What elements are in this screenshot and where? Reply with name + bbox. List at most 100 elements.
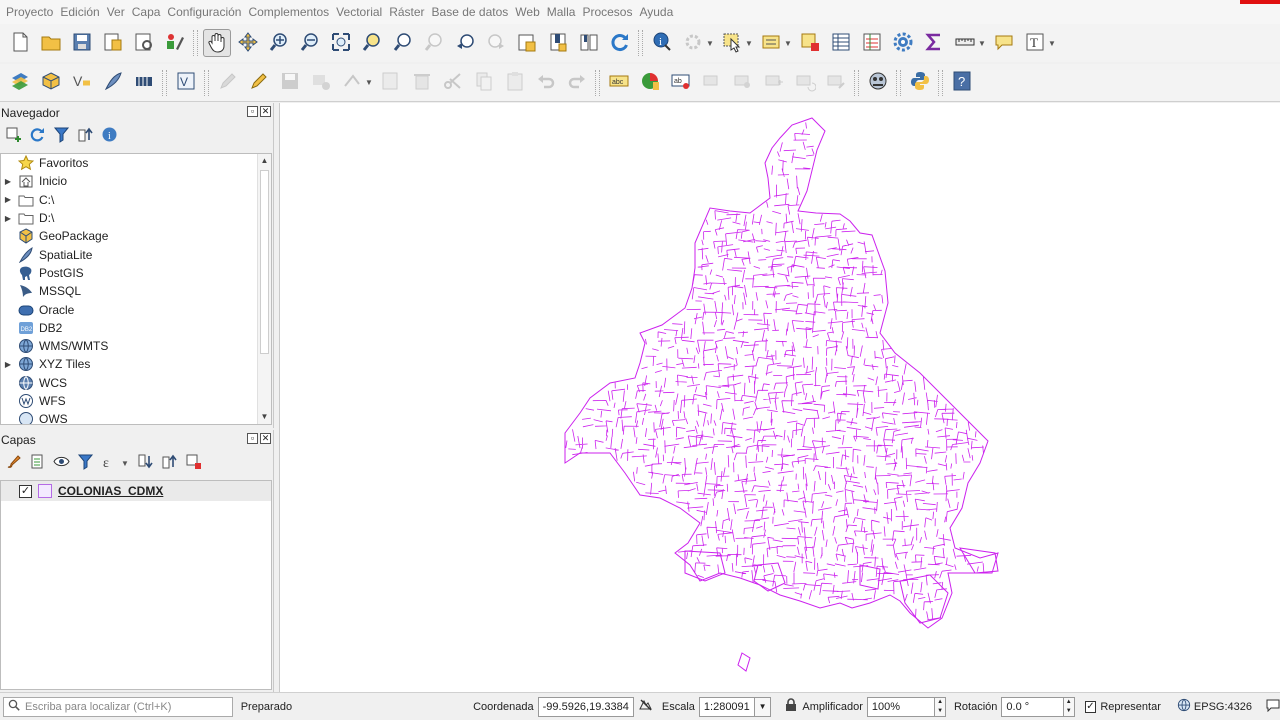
chevron-down-icon[interactable]: ▼ [978,39,986,48]
pan-to-selection-button[interactable] [234,29,262,57]
copy-features-button[interactable] [470,69,498,97]
layer-diagram-button[interactable] [636,69,664,97]
layout-manager-button[interactable] [130,29,158,57]
python-console-button[interactable] [906,69,934,97]
vertex-tool-button[interactable] [338,69,366,97]
filter-by-expression-button[interactable]: ε [99,453,119,473]
layer-row[interactable]: ✓ COLONIAS_CDMX [1,481,271,501]
tree-item-oracle[interactable]: Oracle [1,300,271,318]
crs-label[interactable]: EPSG:4326 [1194,701,1252,713]
chevron-down-icon[interactable]: ▼ [784,39,792,48]
save-project-button[interactable] [68,29,96,57]
collapse-all-button[interactable] [75,126,95,146]
zoom-full-button[interactable] [327,29,355,57]
layer-symbol-swatch[interactable] [38,484,52,498]
messages-icon[interactable] [1266,698,1280,715]
zoom-native-button[interactable] [420,29,448,57]
layer-visibility-checkbox[interactable]: ✓ [19,484,32,498]
menu-raster[interactable]: Ráster [387,0,429,24]
chevron-down-icon[interactable]: ▼ [706,39,714,48]
undo-button[interactable] [532,69,560,97]
expand-arrow-icon[interactable]: ▶ [2,195,14,204]
tree-item-mssql[interactable]: MSSQL [1,282,271,300]
menu-vectorial[interactable]: Vectorial [334,0,387,24]
toolbar-grip[interactable] [595,69,600,96]
scroll-up-icon[interactable]: ▲ [258,154,271,168]
render-checkbox[interactable]: ✓ [1084,700,1097,713]
tree-item-xyz-tiles[interactable]: ▶ XYZ Tiles [1,355,271,373]
scale-dropdown-button[interactable]: ▼ [754,696,772,717]
expand-arrow-icon[interactable]: ▶ [2,360,14,369]
float-panel-button[interactable]: ▫ [247,433,258,444]
statistical-summary-button[interactable] [920,29,948,57]
menu-ver[interactable]: Ver [105,0,130,24]
lock-icon[interactable] [785,698,797,715]
run-action-button[interactable] [679,29,707,57]
layer-labeling-button[interactable]: abc [605,69,633,97]
open-styling-button[interactable] [3,453,23,473]
new-print-layout-button[interactable] [99,29,127,57]
collapse-all-layers-button[interactable] [159,453,179,473]
chevron-down-icon[interactable]: ▼ [365,78,373,87]
measure-line-button[interactable] [951,29,979,57]
menu-edicion[interactable]: Edición [58,0,104,24]
style-manager-button[interactable] [161,29,189,57]
remove-layer-button[interactable] [183,453,203,473]
move-label-button[interactable] [760,69,788,97]
open-project-button[interactable] [37,29,65,57]
show-hide-labels-button[interactable] [729,69,757,97]
menu-proyecto[interactable]: Proyecto [4,0,58,24]
pan-map-button[interactable] [202,29,231,57]
expand-all-button[interactable] [135,453,155,473]
highlight-pinned-labels-button[interactable]: ab [667,69,695,97]
magnifier-spinner[interactable]: ▲ ▼ [935,696,946,717]
tree-item-geopackage[interactable]: GeoPackage [1,227,271,245]
new-3d-view-button[interactable] [544,29,572,57]
save-edits-button[interactable] [276,69,304,97]
new-project-button[interactable] [6,29,34,57]
select-by-value-button[interactable] [757,29,785,57]
paste-features-button[interactable] [501,69,529,97]
field-calculator-button[interactable] [858,29,886,57]
change-label-button[interactable] [822,69,850,97]
expand-arrow-icon[interactable]: ▶ [2,177,14,186]
add-layer-button[interactable] [3,126,23,146]
add-group-button[interactable] [27,453,47,473]
toolbar-grip[interactable] [896,69,901,96]
zoom-last-button[interactable] [451,29,479,57]
close-panel-button[interactable]: ✕ [260,106,271,117]
coordinate-field[interactable]: -99.5926,19.3384 [537,696,634,717]
menu-configuracion[interactable]: Configuración [165,0,246,24]
add-feature-button[interactable] [307,69,335,97]
float-panel-button[interactable]: ▫ [247,106,258,117]
tree-item-wfs[interactable]: WFS [1,392,271,410]
processing-toolbox-button[interactable] [889,29,917,57]
tree-item-c-drive[interactable]: ▶ C:\ [1,191,271,209]
crs-globe-icon[interactable] [1177,698,1191,715]
new-geopackage-layer-button[interactable] [37,69,65,97]
menu-base-de-datos[interactable]: Base de datos [430,0,514,24]
tree-item-wms-wmts[interactable]: WMS/WMTS [1,337,271,355]
show-bookmarks-button[interactable] [575,29,603,57]
map-canvas[interactable] [279,103,1280,692]
scrollbar-thumb[interactable] [260,170,269,354]
new-shapefile-layer-button[interactable]: V [68,69,96,97]
toolbar-grip[interactable] [162,69,167,96]
tree-item-favoritos[interactable]: Favoritos [1,154,271,172]
map-tips-button[interactable] [990,29,1018,57]
tree-item-inicio[interactable]: ▶ Inicio [1,172,271,190]
manage-themes-button[interactable] [51,453,71,473]
quickosm-button[interactable] [864,69,892,97]
attribute-table-button[interactable] [827,29,855,57]
zoom-next-button[interactable] [482,29,510,57]
new-map-view-button[interactable] [513,29,541,57]
tree-item-wcs[interactable]: WCS [1,374,271,392]
toolbar-grip[interactable] [938,69,943,96]
filter-browser-button[interactable] [51,126,71,146]
menu-ayuda[interactable]: Ayuda [637,0,678,24]
data-source-manager-button[interactable] [6,69,34,97]
scroll-down-icon[interactable]: ▼ [258,410,271,424]
tree-item-db2[interactable]: DB2 DB2 [1,319,271,337]
redo-button[interactable] [563,69,591,97]
digitize-vector-button[interactable]: V [172,69,200,97]
